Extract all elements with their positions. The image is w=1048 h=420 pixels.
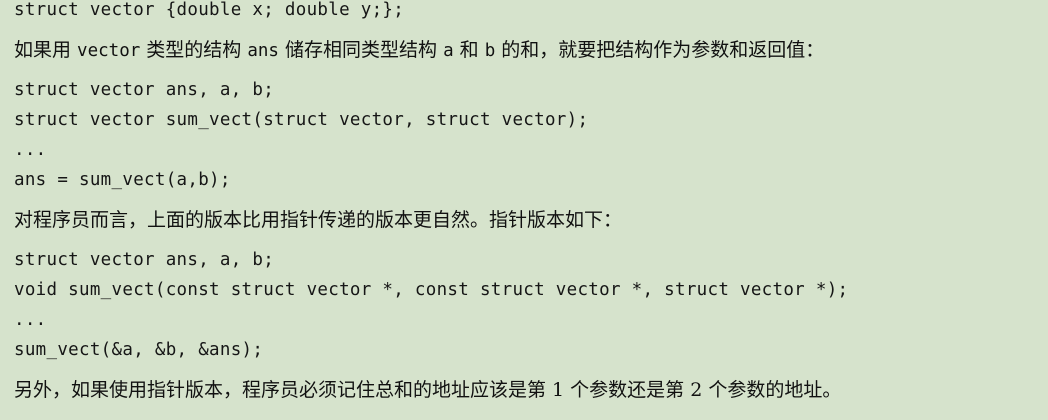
- para-text: 和: [453, 39, 485, 61]
- paragraph-pointer-version: 对程序员而言，上面的版本比用指针传递的版本更自然。指针版本如下：: [14, 209, 623, 231]
- code-line: struct vector ans, a, b;: [14, 80, 275, 100]
- code-line: struct vector ans, a, b;: [14, 250, 275, 270]
- para-text: 的和，就要把结构作为参数和返回值：: [495, 39, 825, 61]
- inline-code-vector: vector: [77, 41, 141, 61]
- code-struct-definition: struct vector {double x; double y;};: [14, 0, 405, 20]
- code-line: struct vector sum_vect(struct vector, st…: [14, 110, 589, 130]
- code-ellipsis: ...: [14, 140, 47, 160]
- para-text: 储存相同类型结构: [278, 39, 444, 61]
- code-ellipsis: ...: [14, 310, 47, 330]
- code-line: ans = sum_vect(a,b);: [14, 170, 231, 190]
- paragraph-return-struct: 如果用 vector 类型的结构 ans 储存相同类型结构 a 和 b 的和，就…: [14, 41, 824, 61]
- code-line: sum_vect(&a, &b, &ans);: [14, 340, 264, 360]
- inline-code-ans: ans: [247, 41, 279, 61]
- inline-code-a: a: [443, 41, 454, 61]
- paragraph-pointer-caveat: 另外，如果使用指针版本，程序员必须记住总和的地址应该是第 1 个参数还是第 2 …: [14, 379, 842, 401]
- para-text: 类型的结构: [140, 39, 248, 61]
- book-page: struct vector {double x; double y;}; 如果用…: [0, 0, 1048, 420]
- code-line: void sum_vect(const struct vector *, con…: [14, 280, 849, 300]
- inline-code-b: b: [484, 41, 496, 61]
- para-text: 如果用: [14, 39, 78, 61]
